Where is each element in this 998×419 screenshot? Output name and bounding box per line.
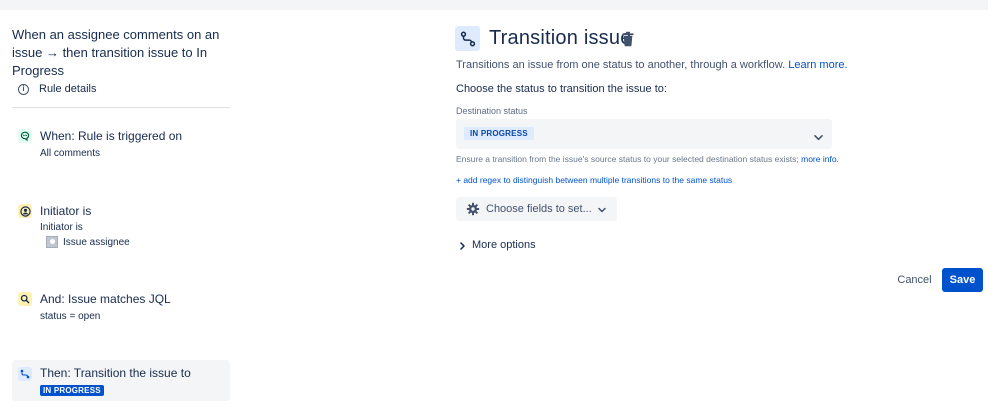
info-icon: i [18, 83, 29, 95]
step-initiator-value: Issue assignee [46, 236, 130, 248]
page-title: Transition issue [489, 27, 632, 49]
step-trigger-title: When: Rule is triggered on [40, 129, 183, 143]
panel-description: Transitions an issue from one status to … [456, 59, 848, 71]
chevron-down-icon [814, 129, 823, 141]
destination-status-select[interactable]: IN PROGRESS [456, 119, 832, 149]
step-initiator-value-label: Issue assignee [63, 236, 130, 248]
save-button[interactable]: Save [942, 268, 983, 292]
rule-title: When an assignee comments on an issue → … [12, 27, 220, 78]
panel-description-text: Transitions an issue from one status to … [456, 59, 786, 71]
step-trigger[interactable]: When: Rule is triggered on All comments [12, 129, 230, 165]
step-jql-subtitle: status = open [40, 311, 101, 322]
more-options-toggle[interactable]: More options [459, 239, 536, 251]
status-badge: IN PROGRESS [40, 385, 104, 396]
selected-status-lozenge: IN PROGRESS [464, 127, 534, 140]
step-jql-title: And: Issue matches JQL [40, 292, 171, 306]
chevron-right-icon [459, 241, 466, 250]
step-action-selected[interactable]: Then: Transition the issue to IN PROGRES… [12, 360, 230, 401]
destination-hint: Ensure a transition from the issue's sou… [456, 154, 839, 164]
step-jql-condition[interactable]: And: Issue matches JQL status = open [12, 292, 230, 328]
step-initiator-title: Initiator is [40, 204, 92, 218]
cancel-button[interactable]: Cancel [892, 268, 937, 292]
trash-icon[interactable] [621, 31, 635, 47]
divider [12, 107, 230, 108]
learn-more-link[interactable]: Learn more. [788, 59, 847, 71]
more-info-link[interactable]: more info. [801, 154, 839, 164]
rule-details-link[interactable]: i Rule details [18, 83, 96, 95]
rule-details-label: Rule details [39, 83, 97, 95]
choose-status-label: Choose the status to transition the issu… [456, 83, 667, 95]
choose-fields-button[interactable]: Choose fields to set... [456, 197, 617, 221]
user-circle-icon [18, 204, 32, 218]
choose-fields-label: Choose fields to set... [486, 203, 592, 215]
step-trigger-subtitle: All comments [40, 148, 101, 159]
more-options-label: More options [472, 239, 536, 251]
gear-icon [466, 202, 480, 216]
destination-status-label: Destination status [456, 106, 528, 116]
step-initiator-subtitle: Initiator is [40, 222, 83, 233]
transition-icon [18, 367, 32, 381]
avatar [46, 236, 58, 248]
step-initiator[interactable]: Initiator is Initiator is Issue assignee [12, 204, 230, 254]
comment-icon [18, 129, 32, 143]
chevron-down-icon [598, 205, 606, 213]
transition-icon [455, 26, 480, 51]
add-regex-link[interactable]: + add regex to distinguish between multi… [456, 175, 732, 185]
destination-hint-text: Ensure a transition from the issue's sou… [456, 154, 799, 164]
top-bar [0, 0, 988, 10]
step-action-title: Then: Transition the issue to [40, 366, 191, 380]
search-icon [18, 292, 32, 306]
